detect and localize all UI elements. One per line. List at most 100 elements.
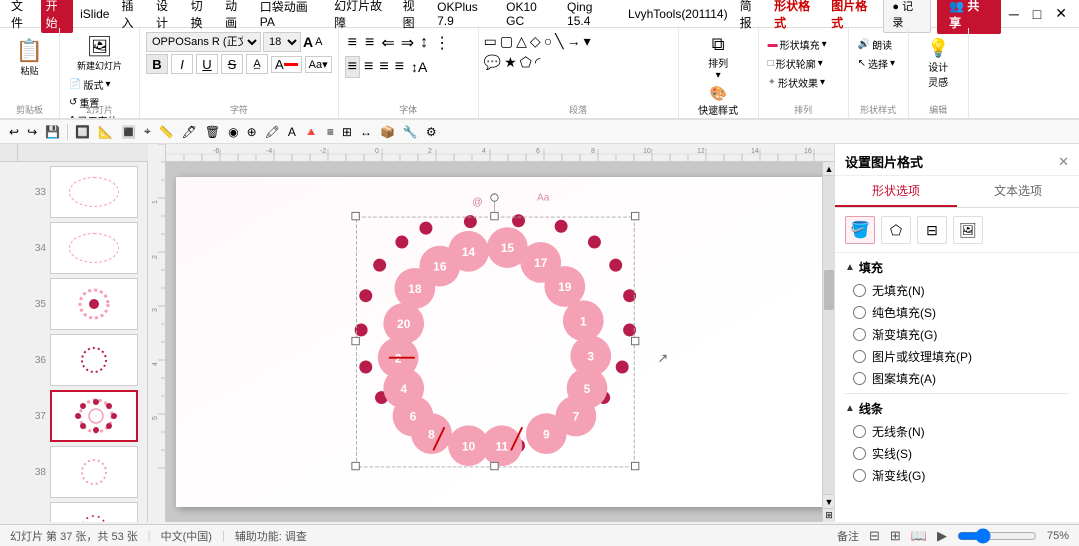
tool-icon-18[interactable]: ⚙ [423,124,440,140]
tool-icon-14[interactable]: ⊞ [339,124,355,140]
tool-icon-10[interactable]: 🖍 [262,124,283,140]
menu-islide[interactable]: iSlide [75,5,114,23]
redo-icon[interactable]: ↪ [24,124,40,140]
line-section-arrow[interactable]: ▲ [845,403,855,414]
shape-line[interactable]: ╲ [554,32,564,51]
tool-icon-3[interactable]: 🔳 [118,124,139,140]
accessibility-indicator[interactable]: 辅助功能: 调查 [235,528,307,544]
fill-section-arrow[interactable]: ▲ [845,262,855,273]
window-maximize[interactable]: □ [1027,4,1047,24]
fill-pattern-option[interactable]: 图案填充(A) [853,370,1069,387]
zoom-slider[interactable] [957,530,1037,542]
slide-thumb-38[interactable] [50,446,138,498]
paste-button[interactable]: 📋 粘贴 [12,36,47,79]
tool-icon-15[interactable]: ↔ [357,124,375,140]
increase-font-button[interactable]: A [303,34,313,50]
text-direction-button[interactable]: ↕A [408,57,430,77]
shape-more[interactable]: ▾ [583,32,592,51]
menu-lvyh[interactable]: LvyhTools(201114) [623,5,733,23]
decrease-font-button[interactable]: A [315,36,322,48]
view-normal-button[interactable]: ⊟ [869,528,880,544]
tool-icon-4[interactable]: ⌖ [141,123,154,140]
design-inspire-button[interactable]: 💡 设计 灵感 [915,36,962,91]
view-slideshow-button[interactable]: ▶ [937,528,947,544]
language-indicator[interactable]: 中文(中国) [161,528,212,544]
font-size-select[interactable]: 18 [263,32,301,52]
bullet-list-button[interactable]: ≡ [345,32,360,54]
underline-button[interactable]: U [196,54,218,74]
shape-outline-button[interactable]: □形状轮廓▾ [765,55,842,72]
vertical-scroll-bar[interactable]: ▲ ▼ ⊞ [822,162,834,522]
shape-pentagon[interactable]: ⬠ [519,53,533,72]
font-color-button[interactable]: A [271,56,302,73]
tool-icon-17[interactable]: 🔧 [400,124,421,140]
slide-thumb-39[interactable] [50,502,138,522]
increase-indent-button[interactable]: ⇒ [399,32,416,54]
select-button[interactable]: ↖选择▾ [855,55,902,72]
expand-canvas-button[interactable]: ⊞ [823,508,834,522]
tool-icon-13[interactable]: ≡ [324,124,337,140]
shape-star[interactable]: ★ [503,53,518,72]
line-solid-option[interactable]: 实线(S) [853,445,1069,462]
canvas-area[interactable]: @ Aa [166,162,834,522]
shape-arrow[interactable]: → [566,32,582,51]
decrease-indent-button[interactable]: ⇐ [379,32,396,54]
new-slide-button[interactable]: 🖼 新建幻灯片 [66,32,133,74]
strikethrough-button[interactable]: S [221,54,243,74]
slide-thumb-34[interactable] [50,222,138,274]
tool-icon-5[interactable]: 📏 [156,124,177,140]
menu-qing[interactable]: Qing 15.4 [562,0,621,30]
notes-button[interactable]: 备注 [837,528,859,544]
scroll-up-arrow[interactable]: ▲ [823,162,834,176]
panel-close-button[interactable]: ✕ [1058,154,1069,170]
align-left-button[interactable]: ≡ [345,56,360,78]
font-family-select[interactable]: OPPOSans R (正文) [146,32,261,52]
line-spacing-button[interactable]: ↕ [418,33,430,53]
shape-circle[interactable]: ○ [543,32,553,51]
arrange-button[interactable]: ⧉ 排列 ▾ [685,32,752,83]
window-close[interactable]: ✕ [1049,3,1073,24]
fill-none-option[interactable]: 无填充(N) [853,282,1069,299]
shape-rect[interactable]: ▭ [483,32,498,51]
line-none-option[interactable]: 无线条(N) [853,423,1069,440]
shape-triangle[interactable]: △ [515,32,528,51]
numbered-list-button[interactable]: ≡ [362,32,377,54]
justify-button[interactable]: ≡ [393,57,406,77]
line-gradient-option[interactable]: 渐变线(G) [853,467,1069,484]
format-icon-bucket[interactable]: 🪣 [845,216,875,244]
view-reading-button[interactable]: 📖 [911,528,927,544]
tool-icon-7[interactable]: 🗑 [202,124,223,140]
format-icon-pentagon[interactable]: ⬠ [881,216,911,244]
tab-text-options[interactable]: 文本选项 [957,176,1079,207]
format-icon-image2[interactable]: 🖼 [953,216,983,244]
slide-thumb-36[interactable] [50,334,138,386]
menu-pa[interactable]: 口袋动画 PA [255,0,327,31]
text-highlight-button[interactable]: Aa▾ [305,56,332,73]
tool-icon-8[interactable]: ◉ [225,124,241,140]
shape-rounded-rect[interactable]: ▢ [499,32,514,51]
italic-button[interactable]: I [171,54,193,74]
fill-gradient-option[interactable]: 渐变填充(G) [853,326,1069,343]
format-icon-image[interactable]: ⊟ [917,216,947,244]
align-center-button[interactable]: ≡ [362,57,375,77]
bold-button[interactable]: B [146,54,168,74]
shape-fill-button[interactable]: ▬形状填充▾ [765,36,842,53]
tool-icon-12[interactable]: 🔺 [301,124,322,140]
layout-button[interactable]: 📄版式▾ [66,76,133,93]
slide-thumb-35[interactable] [50,278,138,330]
fill-picture-option[interactable]: 图片或纹理填充(P) [853,348,1069,365]
speak-button[interactable]: 🔊朗读 [855,36,902,53]
view-sorter-button[interactable]: ⊞ [890,528,901,544]
save-icon[interactable]: 💾 [42,124,63,140]
columns-button[interactable]: ⋮ [432,32,452,54]
fill-solid-option[interactable]: 纯色填充(S) [853,304,1069,321]
text-shadow-button[interactable]: A̲ [246,54,268,74]
shape-callout[interactable]: 💬 [483,53,502,72]
menu-ok10[interactable]: OK10 GC [501,0,560,30]
tool-icon-6[interactable]: 🖊 [179,124,200,140]
window-minimize[interactable]: ─ [1003,4,1025,24]
menu-okplus[interactable]: OKPlus 7.9 [432,0,499,30]
slide-thumb-37[interactable] [50,390,138,442]
scroll-down-arrow[interactable]: ▼ [823,494,834,508]
tool-icon-11[interactable]: A [285,124,299,140]
